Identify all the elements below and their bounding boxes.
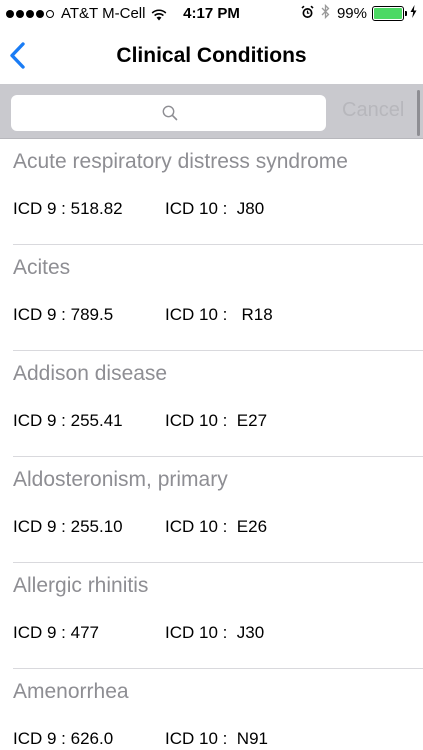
icd10-code: ICD 10 : E26 xyxy=(165,517,268,536)
search-bar: Cancel xyxy=(0,84,423,139)
app-screen: AT&T M-Cell 4:17 PM 99% Clinical Conditi… xyxy=(0,0,423,750)
status-right: 99% xyxy=(301,3,417,23)
condition-name: Aldosteronism, primary xyxy=(13,468,228,491)
list-item[interactable]: Addison disease ICD 9 : 255.41 ICD 10 : … xyxy=(0,351,423,457)
icd9-code: ICD 9 : 518.82 xyxy=(13,199,123,218)
list-item[interactable]: Acites ICD 9 : 789.5 ICD 10 : R18 xyxy=(0,245,423,351)
status-bar: AT&T M-Cell 4:17 PM 99% xyxy=(0,0,423,30)
condition-name: Allergic rhinitis xyxy=(13,574,149,597)
list-item[interactable]: Acute respiratory distress syndrome ICD … xyxy=(0,139,423,245)
list-item[interactable]: Allergic rhinitis ICD 9 : 477 ICD 10 : J… xyxy=(0,563,423,669)
condition-name: Amenorrhea xyxy=(13,680,129,703)
charging-icon xyxy=(410,5,417,22)
battery-percent: 99% xyxy=(336,5,367,22)
condition-name: Acute respiratory distress syndrome xyxy=(13,150,348,173)
icd10-code: ICD 10 : N91 xyxy=(165,729,268,748)
search-input[interactable] xyxy=(11,95,326,131)
list-item[interactable]: Aldosteronism, primary ICD 9 : 255.10 IC… xyxy=(0,457,423,563)
icd9-code: ICD 9 : 255.10 xyxy=(13,517,123,536)
scrollbar[interactable] xyxy=(417,90,420,136)
icd9-code: ICD 9 : 626.0 xyxy=(13,729,114,748)
conditions-list: Acute respiratory distress syndrome ICD … xyxy=(0,139,423,750)
cancel-button[interactable]: Cancel xyxy=(342,99,404,122)
search-icon xyxy=(161,104,179,122)
list-item[interactable]: Amenorrhea ICD 9 : 626.0 ICD 10 : N91 xyxy=(0,669,423,750)
page-title: Clinical Conditions xyxy=(116,44,307,67)
icd10-code: ICD 10 : R18 xyxy=(165,305,273,324)
icd10-code: ICD 10 : J30 xyxy=(165,623,265,642)
icd9-code: ICD 9 : 789.5 xyxy=(13,305,114,324)
battery-icon xyxy=(372,6,407,21)
bluetooth-icon xyxy=(321,3,330,23)
icd10-code: ICD 10 : J80 xyxy=(165,199,265,218)
condition-name: Addison disease xyxy=(13,362,168,385)
condition-name: Acites xyxy=(13,256,71,279)
battery-level-fill xyxy=(374,8,402,19)
icd10-code: ICD 10 : E27 xyxy=(165,411,268,430)
icd9-code: ICD 9 : 255.41 xyxy=(13,411,123,430)
alarm-icon xyxy=(301,5,314,23)
navigation-bar: Clinical Conditions xyxy=(0,30,423,84)
icd9-code: ICD 9 : 477 xyxy=(13,623,99,642)
